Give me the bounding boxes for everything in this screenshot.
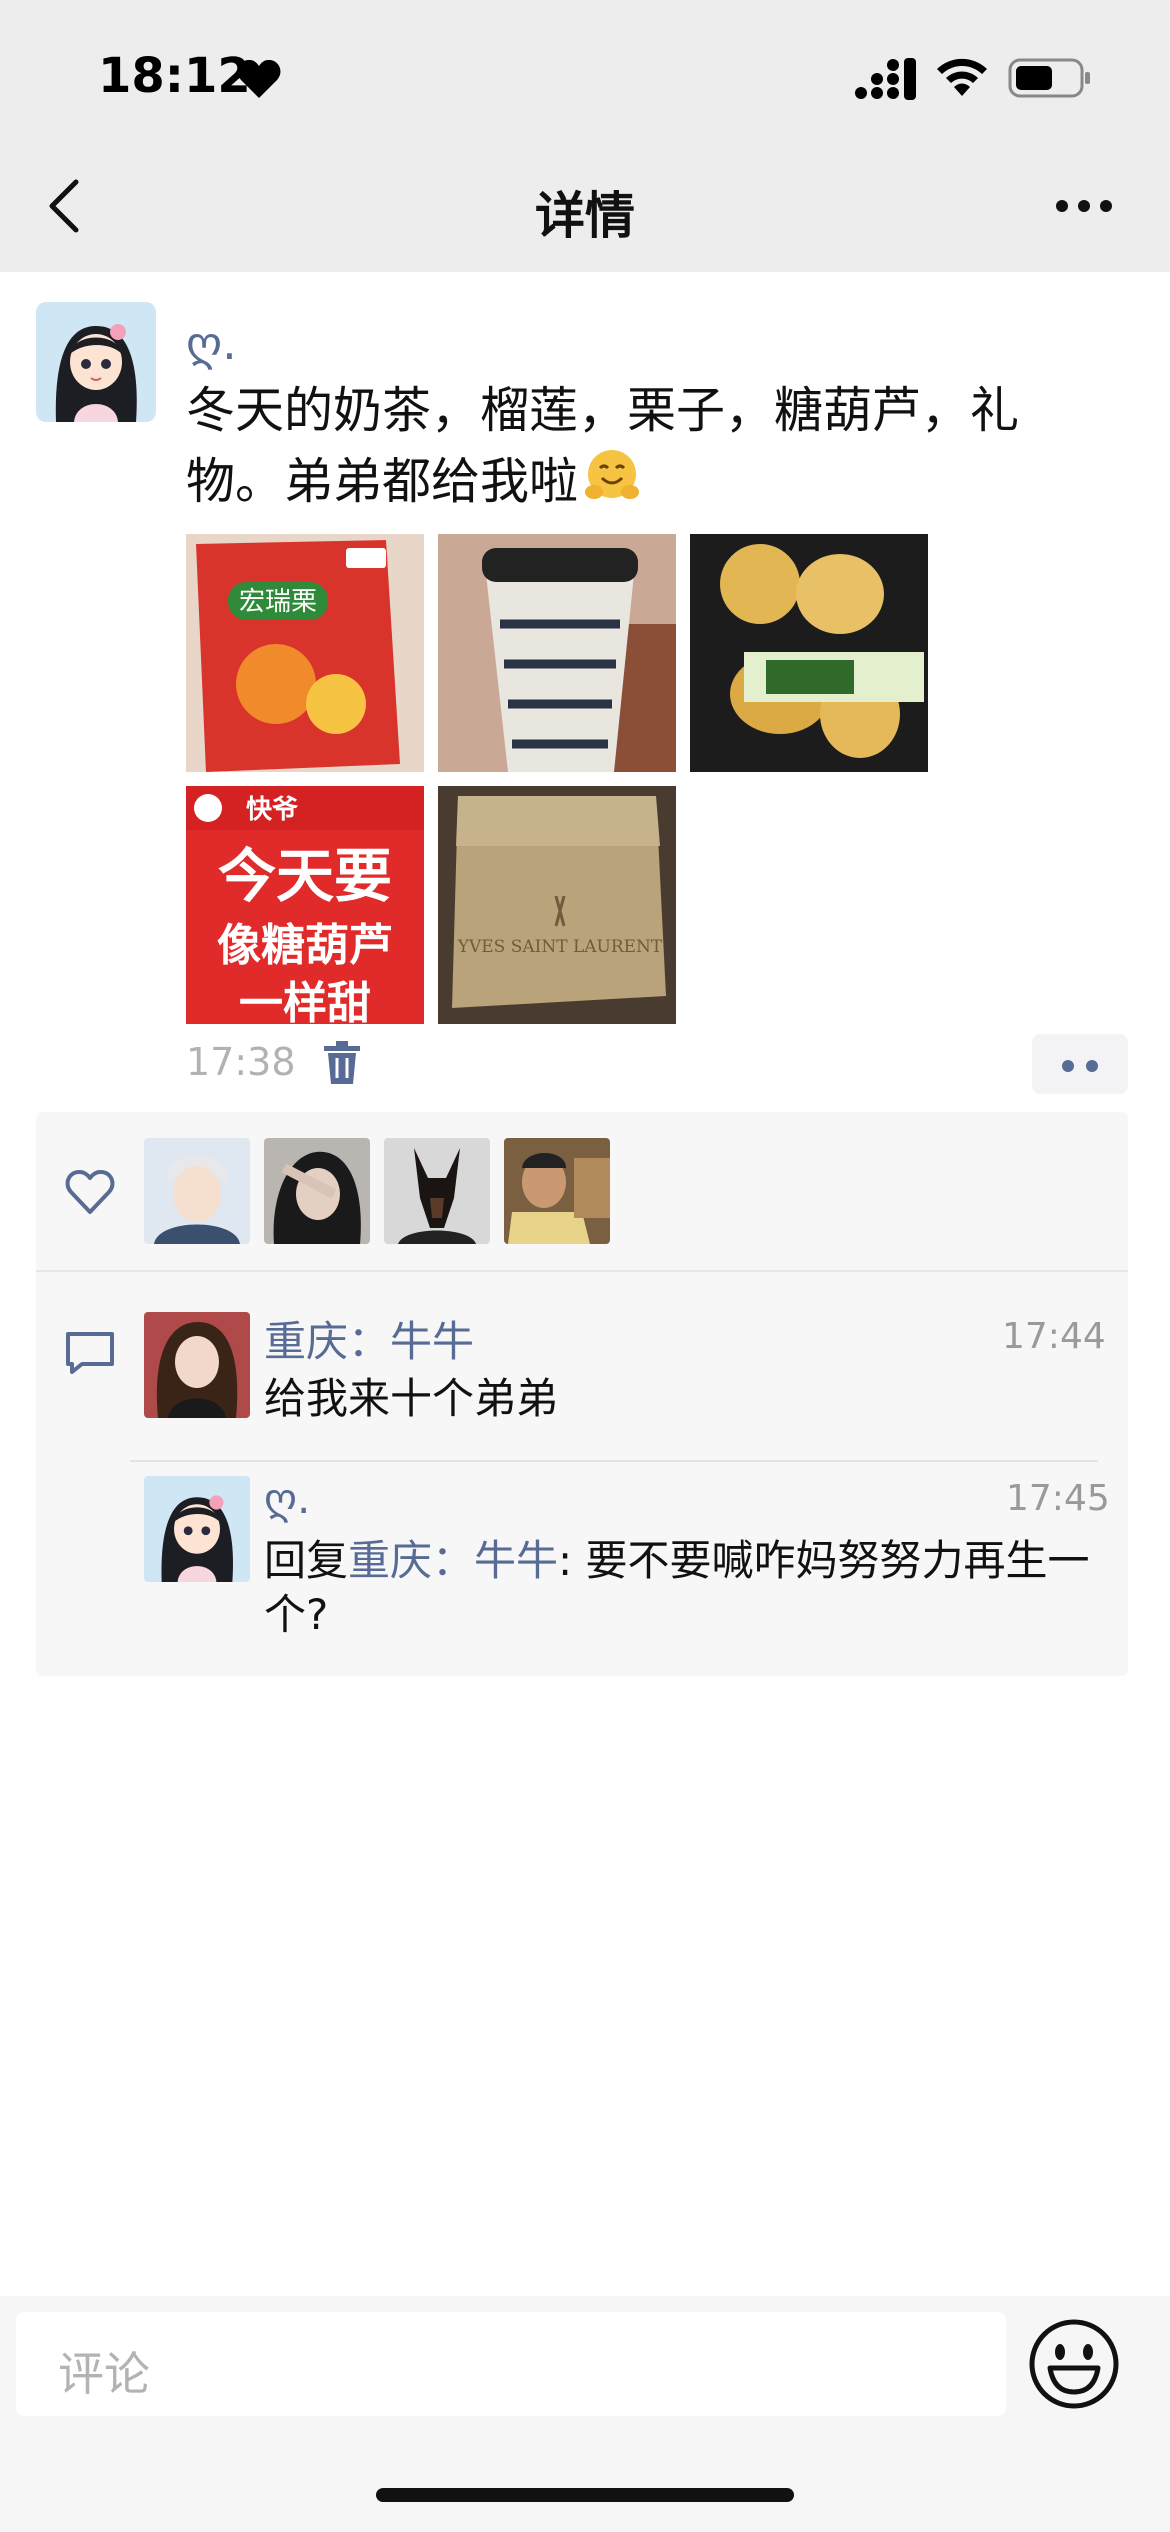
likes-divider — [36, 1270, 1128, 1272]
svg-text:今天要: 今天要 — [218, 842, 392, 910]
page-title: 详情 — [535, 187, 635, 245]
comment-divider — [130, 1460, 1098, 1462]
svg-text:像糖葫芦: 像糖葫芦 — [217, 920, 393, 971]
status-time: 18:12 — [98, 48, 251, 104]
svg-text:YVES SAINT LAURENT: YVES SAINT LAURENT — [457, 937, 663, 957]
commenter-avatar-2[interactable] — [144, 1476, 250, 1582]
comment-input[interactable]: 评论 — [16, 2312, 1006, 2416]
svg-text:快爷: 快爷 — [246, 795, 299, 825]
comment-placeholder: 评论 — [58, 2347, 150, 2401]
comment-text: 给我来十个弟弟 — [264, 1374, 559, 1423]
chestnut-bag-text: 宏瑞栗 — [239, 587, 317, 617]
post-options-button[interactable] — [1032, 1034, 1128, 1094]
svg-text:一样甜: 一样甜 — [239, 978, 371, 1024]
smiley-icon[interactable] — [1028, 2318, 1120, 2410]
battery-icon — [1008, 58, 1090, 98]
home-indicator[interactable] — [376, 2488, 794, 2502]
heart-outline-icon — [65, 1170, 115, 1214]
commenter-avatar-1[interactable] — [144, 1312, 250, 1418]
liker-avatar-1[interactable] — [144, 1138, 250, 1244]
hugging-face-emoji — [585, 450, 640, 499]
comment-time: 17:44 — [1002, 1316, 1106, 1357]
comment-icon — [66, 1332, 114, 1374]
wifi-icon — [937, 58, 987, 96]
heart-icon — [237, 59, 281, 98]
trash-icon[interactable] — [322, 1040, 362, 1086]
post-time: 17:38 — [186, 1040, 296, 1084]
comment-text: 回复重庆：牛牛: 要不要喊咋妈努努力再生一个? — [264, 1534, 1094, 1642]
durian-box-photo[interactable] — [690, 534, 928, 772]
comment-author[interactable]: ღ. — [264, 1474, 310, 1523]
author-avatar[interactable] — [36, 302, 156, 422]
signal-icon — [855, 58, 916, 100]
comment-author[interactable]: 重庆：牛牛 — [264, 1308, 474, 1369]
candied-haw-bag-photo[interactable]: 快爷 今天要 像糖葫芦 一样甜 — [186, 786, 424, 1024]
more-dots-icon[interactable] — [1054, 196, 1114, 216]
liker-avatar-3[interactable] — [384, 1138, 490, 1244]
liker-avatar-2[interactable] — [264, 1138, 370, 1244]
ysl-gift-box-photo[interactable]: YVES SAINT LAURENT — [438, 786, 676, 1024]
comment-time: 17:45 — [1006, 1478, 1110, 1519]
chestnut-bag-photo[interactable]: 宏瑞栗 — [186, 534, 424, 772]
post-text: 冬天的奶茶，榴莲，栗子，糖葫芦，礼物。弟弟都给我啦 — [186, 376, 1086, 517]
dot — [1086, 1060, 1098, 1072]
dot — [1062, 1060, 1074, 1072]
post-author-name[interactable]: ღ. — [186, 316, 237, 370]
reply-to-name[interactable]: 重庆：牛牛 — [348, 1536, 558, 1585]
reply-prefix: 回复 — [264, 1536, 349, 1585]
milk-tea-cup-photo[interactable] — [438, 534, 676, 772]
liker-avatar-4[interactable] — [504, 1138, 610, 1244]
